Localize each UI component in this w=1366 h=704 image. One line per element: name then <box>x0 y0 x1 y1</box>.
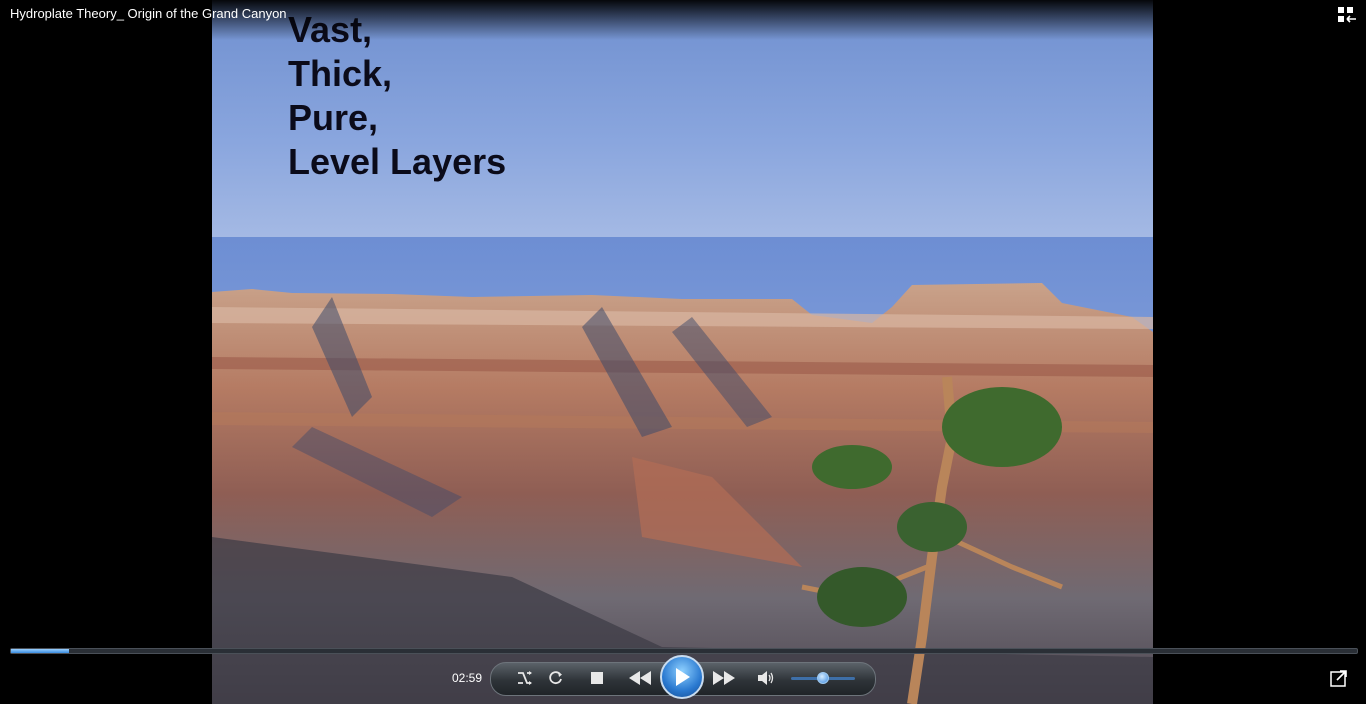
slide-line-2: Thick, <box>288 53 393 94</box>
switch-to-library-icon[interactable] <box>1336 4 1358 26</box>
fullscreen-glyph <box>1330 670 1347 687</box>
stop-icon[interactable] <box>586 667 608 689</box>
volume-slider-thumb[interactable] <box>817 672 829 684</box>
video-area[interactable]: Vast, Thick, Pure, Level Layers <box>212 0 1153 704</box>
repeat-glyph <box>549 671 562 685</box>
seek-bar[interactable] <box>10 648 1358 654</box>
shuffle-icon[interactable] <box>514 667 536 689</box>
slide-line-3: Pure, <box>288 97 379 138</box>
canyon-photo <box>212 237 1153 704</box>
volume-glyph <box>758 671 774 685</box>
play-icon[interactable] <box>660 655 704 699</box>
shuffle-glyph <box>518 671 532 685</box>
elapsed-time: 02:59 <box>452 671 483 685</box>
repeat-icon[interactable] <box>545 667 567 689</box>
play-glyph <box>676 668 690 686</box>
fullscreen-icon[interactable] <box>1328 667 1350 689</box>
stop-glyph <box>591 672 603 684</box>
previous-icon[interactable] <box>624 667 656 689</box>
volume-icon[interactable] <box>755 667 777 689</box>
seek-progress <box>11 649 69 653</box>
slide-line-4: Level Layers <box>288 141 507 182</box>
next-glyph <box>713 671 735 685</box>
next-icon[interactable] <box>708 667 740 689</box>
switch-to-library-glyph <box>1338 7 1356 23</box>
window-title: Hydroplate Theory_ Origin of the Grand C… <box>10 6 287 21</box>
title-bar: Hydroplate Theory_ Origin of the Grand C… <box>0 0 1366 40</box>
previous-glyph <box>629 671 651 685</box>
